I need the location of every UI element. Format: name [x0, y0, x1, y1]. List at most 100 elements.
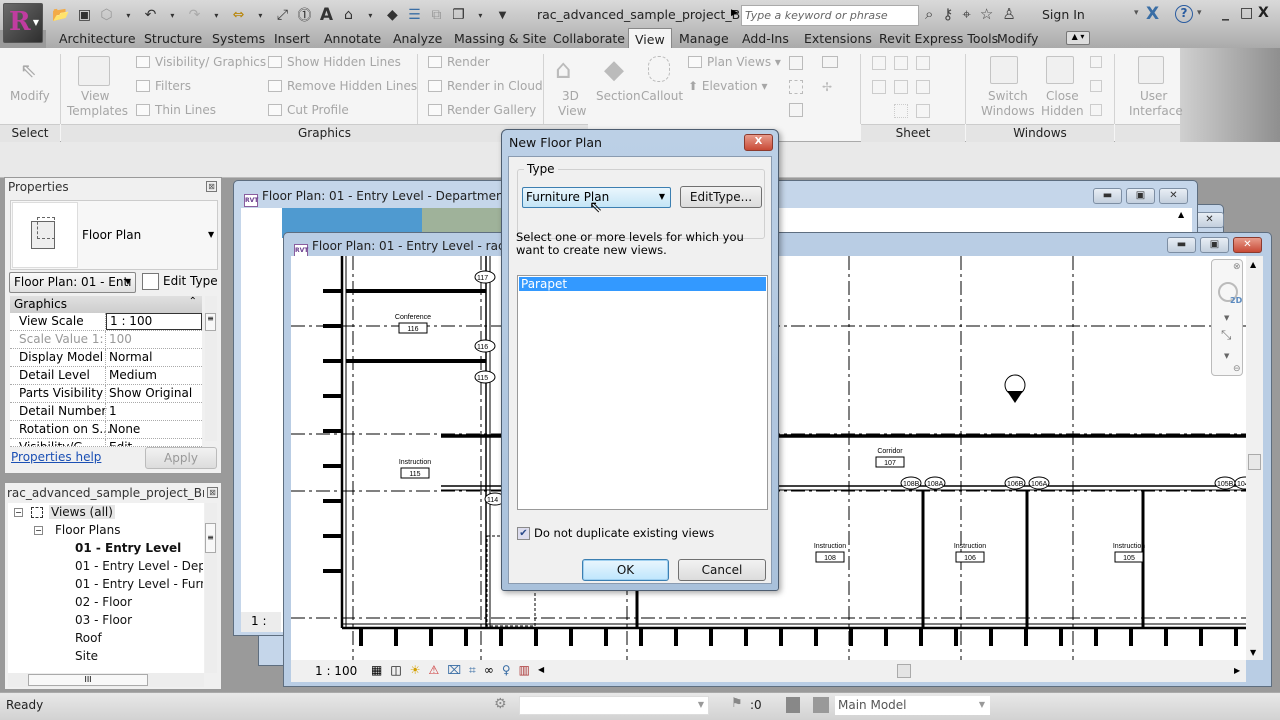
workset-dropdown[interactable]: ▼ [519, 696, 709, 715]
revisions-icon[interactable] [916, 56, 930, 70]
tree-item[interactable]: 03 - Floor [75, 613, 203, 627]
tab-add-ins[interactable]: Add-Ins [736, 30, 795, 47]
close-button[interactable]: X [1258, 5, 1269, 21]
properties-help-link[interactable]: Properties help [11, 450, 101, 464]
callout-button[interactable]: Callout [641, 89, 683, 103]
property-row[interactable]: Display Model Normal [10, 349, 202, 367]
tab-insert[interactable]: Insert [268, 30, 316, 47]
collapse-icon[interactable]: − [14, 508, 23, 517]
select-panel-label[interactable]: Select [0, 124, 60, 142]
elevation-button[interactable]: ⬆ Elevation ▾ [688, 79, 767, 93]
show-crop-icon[interactable]: ⌗ [469, 663, 476, 678]
search-input[interactable]: Type a keyword or phrase [741, 5, 919, 26]
minimize-window-button[interactable]: ▬ [1093, 188, 1122, 204]
worksharing-icon[interactable]: ⚙ [494, 696, 507, 712]
tree-floor-plans[interactable]: Floor Plans [55, 523, 120, 537]
viewports-icon[interactable] [916, 104, 930, 118]
property-row[interactable]: Parts Visibility Show Original [10, 385, 202, 403]
view-templates-label-2[interactable]: Templates [67, 104, 128, 118]
titleblock-icon[interactable] [894, 56, 908, 70]
design-options-icon[interactable] [786, 697, 800, 713]
chevron-down-icon[interactable]: ▼ [208, 230, 214, 239]
3d-view-label-2[interactable]: View [558, 104, 586, 118]
help-button[interactable]: ? [1175, 5, 1193, 23]
render-gallery-button[interactable]: Render Gallery [428, 103, 536, 117]
property-row[interactable]: Detail Number 1 [10, 403, 202, 421]
thin-lines-button[interactable]: Thin Lines [136, 103, 216, 117]
crop-view-icon[interactable]: ⌧ [447, 663, 461, 678]
options-icon[interactable]: ⊖ [1233, 364, 1241, 374]
browser-hscrollbar[interactable]: III [8, 673, 204, 687]
view-reference-icon[interactable] [916, 80, 930, 94]
temporary-hide-icon[interactable]: ∞ [484, 663, 494, 678]
sign-in-button[interactable]: Sign In [1042, 7, 1085, 22]
property-value[interactable]: None [109, 422, 140, 436]
chevron-down-icon[interactable]: ▼ [1224, 352, 1229, 360]
open-icon[interactable]: 📂 [52, 7, 69, 23]
visibility-graphics-button[interactable]: Visibility/ Graphics [136, 55, 266, 69]
remove-hidden-lines-button[interactable]: Remove Hidden Lines [268, 79, 417, 93]
thin-lines-icon[interactable]: ☰ [407, 7, 421, 23]
scroll-up-icon[interactable]: ▲ [1250, 260, 1256, 269]
scroll-up-icon[interactable]: ▲ [1178, 210, 1184, 219]
tab-extensions[interactable]: Extensions [798, 30, 878, 47]
save-icon[interactable]: ▣ [77, 7, 91, 23]
tree-item[interactable]: 02 - Floor [75, 595, 203, 609]
property-value[interactable]: Medium [109, 368, 157, 382]
3d-view-icon[interactable]: ⌂ [341, 7, 355, 23]
tree-item[interactable]: Roof [75, 631, 203, 645]
dimension-icon[interactable]: ⤢ [275, 7, 289, 23]
property-row[interactable]: Rotation on S... None [10, 421, 202, 439]
reveal-hidden-icon[interactable]: ♀ [502, 663, 511, 678]
detail-level-icon[interactable]: ▦ [371, 663, 382, 678]
collapse-left-icon[interactable]: ◀ [538, 663, 544, 678]
key-icon[interactable]: ⚷ [942, 5, 953, 23]
cancel-button[interactable]: Cancel [678, 559, 766, 581]
edit-type-button[interactable]: Edit Type [163, 274, 218, 288]
restore-window-button[interactable]: ▣ [1126, 188, 1155, 204]
switch-windows-label-2[interactable]: Windows [981, 104, 1035, 118]
tree-item[interactable]: Site [75, 649, 203, 663]
design-option-dropdown[interactable]: Main Model ▼ [835, 696, 990, 715]
filters-button[interactable]: Filters [136, 79, 191, 93]
property-value[interactable]: 1 : 100 [106, 313, 202, 330]
satellite-icon[interactable]: ⌖ [962, 5, 970, 23]
drafting-view-icon[interactable] [789, 56, 803, 70]
chevron-down-icon[interactable]: ▾ [1134, 8, 1139, 18]
visual-style-icon[interactable]: ◫ [390, 663, 401, 678]
switch-windows-label-1[interactable]: Switch [988, 89, 1028, 103]
property-row[interactable]: Visibility/G... Edit... [10, 439, 202, 447]
analytical-model-icon[interactable]: ▥ [519, 663, 530, 678]
close-hidden-label-1[interactable]: Close [1046, 89, 1079, 103]
instance-filter-dropdown[interactable]: Floor Plan: 01 - Entı ▼ [9, 272, 136, 293]
binoculars-icon[interactable]: ⌕ [925, 5, 933, 23]
exchange-apps-icon[interactable]: X [1146, 4, 1159, 24]
property-row[interactable]: Scale Value 1: 100 [10, 331, 202, 349]
tab-analyze[interactable]: Analyze [387, 30, 448, 47]
switch-windows-icon[interactable]: ❐ [451, 7, 465, 23]
no-duplicate-label[interactable]: Do not duplicate existing views [534, 526, 714, 540]
sync-icon[interactable]: ⬡ [99, 7, 113, 23]
duplicate-view-icon[interactable] [789, 80, 803, 94]
property-row[interactable]: Detail Level Medium [10, 367, 202, 385]
level-item[interactable]: Parapet [519, 277, 766, 291]
tree-item[interactable]: 01 - Entry Level - Furnitu [75, 577, 203, 591]
apply-button[interactable]: Apply [145, 447, 217, 469]
canvas-vscrollbar[interactable]: ▲ ▼ [1246, 256, 1263, 660]
close-hidden-label-2[interactable]: Hidden [1041, 104, 1084, 118]
redo-icon[interactable]: ↷ [187, 7, 201, 23]
close-window-button[interactable]: ✕ [1159, 188, 1188, 204]
chevron-down-icon[interactable]: ▾ [1197, 8, 1202, 18]
application-menu-button[interactable]: R ▼ [3, 3, 43, 43]
property-value[interactable]: Edit... [109, 440, 144, 446]
scroll-thumb[interactable]: ≡ [205, 313, 216, 331]
hscroll-thumb[interactable] [897, 664, 911, 678]
property-value[interactable]: Show Original [109, 386, 192, 400]
close-window-button[interactable]: ✕ [1195, 212, 1224, 228]
measure-icon[interactable]: ⇔ [231, 7, 245, 23]
text-icon[interactable]: A [319, 5, 333, 25]
ok-button[interactable]: OK [582, 559, 669, 581]
schedules-icon[interactable] [822, 56, 838, 68]
scroll-thumb[interactable]: ≡ [205, 523, 216, 553]
view-scale-button[interactable]: 1 : 100 [315, 664, 357, 678]
